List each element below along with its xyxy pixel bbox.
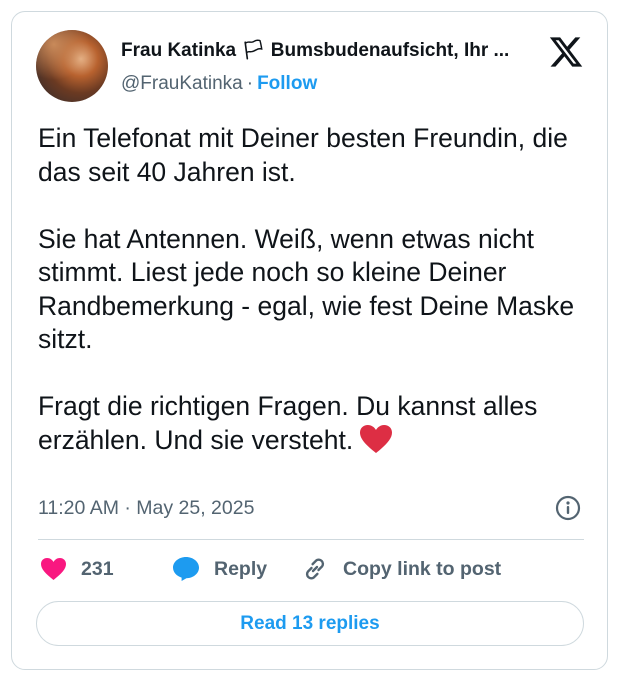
avatar[interactable]: [36, 30, 108, 102]
author-handle[interactable]: @FrauKatinka: [121, 73, 243, 94]
reply-button[interactable]: Reply: [172, 555, 267, 583]
info-icon[interactable]: [554, 494, 582, 522]
tweet-paragraph: Fragt die richtigen Fragen. Du kannst al…: [38, 390, 588, 457]
tweet-paragraph: Ein Telefonat mit Deiner besten Freundin…: [38, 123, 568, 187]
tweet-embed-card: Frau Katinka 🏳 Bumsbudenaufsicht, Ihr ..…: [11, 11, 608, 670]
x-logo-icon[interactable]: [548, 34, 584, 70]
action-bar: 231 Reply Copy link to post: [38, 555, 584, 583]
divider: [38, 539, 584, 540]
follow-button[interactable]: Follow: [257, 73, 317, 94]
copy-link-label: Copy link to post: [343, 557, 502, 580]
separator-dot: ·: [246, 73, 254, 94]
red-heart-emoji-icon: [360, 424, 393, 453]
tweet-text: Ein Telefonat mit Deiner besten Freundin…: [38, 122, 588, 457]
tweet-timestamp[interactable]: 11:20 AM · May 25, 2025: [38, 495, 254, 521]
heart-icon: [41, 558, 66, 580]
link-icon: [305, 558, 325, 580]
author-handle-row: @FrauKatinka · Follow: [121, 72, 317, 96]
copy-link-button[interactable]: Copy link to post: [301, 555, 501, 583]
read-replies-button[interactable]: Read 13 replies: [36, 601, 584, 646]
like-button[interactable]: 231: [40, 555, 114, 583]
author-display-name[interactable]: Frau Katinka 🏳 Bumsbudenaufsicht, Ihr ..…: [121, 39, 541, 63]
tweet-paragraph-text: Fragt die richtigen Fragen. Du kannst al…: [38, 391, 538, 455]
reply-bubble-icon: [173, 557, 199, 581]
reply-label: Reply: [214, 557, 268, 580]
like-count: 231: [81, 557, 114, 580]
tweet-paragraph: Sie hat Antennen. Weiß, wenn etwas nicht…: [38, 223, 575, 355]
